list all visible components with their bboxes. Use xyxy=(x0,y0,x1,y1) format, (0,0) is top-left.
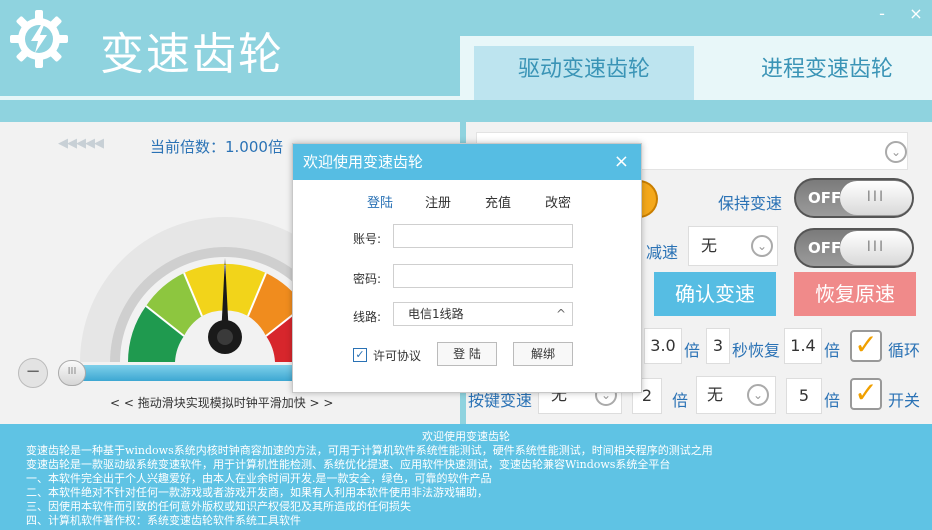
speed-slider-thumb[interactable]: III xyxy=(58,360,86,386)
info-line: 三、因使用本软件而引致的任何意外版权或知识产权侵犯及其所造成的任何损失 xyxy=(26,500,411,513)
header: 变速齿轮 - × 驱动变速齿轮 进程变速齿轮 xyxy=(0,0,932,100)
unbind-button[interactable]: 解绑 xyxy=(513,342,573,366)
multiplier-unit: 倍 xyxy=(824,341,841,360)
tab-driver-gear[interactable]: 驱动变速齿轮 xyxy=(474,46,694,100)
multiplier-unit: 倍 xyxy=(672,391,689,410)
route-select[interactable]: 电信1线路 ^ xyxy=(393,302,573,326)
speed-value-input[interactable]: 3.0 xyxy=(644,328,682,364)
hotkey-secondary-value: 无 xyxy=(707,385,724,404)
info-line: 变速齿轮是一种基于windows系统内核时钟商容加速的方法，可用于计算机软件系统… xyxy=(26,444,713,457)
route-value: 电信1线路 xyxy=(408,307,464,321)
info-heading: 欢迎使用变速齿轮 xyxy=(422,430,510,443)
info-line: 四、计算机软件著作权：系统变速齿轮软件系统工具软件 xyxy=(26,514,301,527)
toggle-off-text: OFF xyxy=(808,239,842,257)
switch-label: 开关 xyxy=(888,391,921,410)
account-label: 账号: xyxy=(353,232,382,246)
cycle-label: 循环 xyxy=(888,341,921,360)
minimize-button[interactable]: - xyxy=(872,4,892,24)
switch-speed-input[interactable]: 5 xyxy=(786,378,822,414)
confirm-speed-button[interactable]: 确认变速 xyxy=(654,272,776,316)
password-label: 密码: xyxy=(353,272,382,286)
divider xyxy=(0,96,460,100)
decrease-speed-button[interactable]: − xyxy=(18,358,48,388)
app-title: 变速齿轮 xyxy=(100,29,284,80)
multiplier-unit: 倍 xyxy=(824,391,841,410)
keep-speed-toggle[interactable]: OFF III xyxy=(794,178,914,218)
toggle-knob: III xyxy=(840,181,912,215)
chevron-down-icon: ⌄ xyxy=(751,235,773,257)
tab-recharge[interactable]: 充值 xyxy=(485,192,511,211)
slow-label: 减速 xyxy=(646,243,679,262)
tab-bar: 驱动变速齿轮 进程变速齿轮 xyxy=(460,36,932,100)
slow-select-value: 无 xyxy=(701,236,718,255)
restore-speed-button[interactable]: 恢复原速 xyxy=(794,272,916,316)
agree-label: 许可协议 xyxy=(373,349,422,363)
switch-checkbox[interactable]: ✓ xyxy=(850,378,882,410)
slow-toggle[interactable]: OFF III xyxy=(794,228,914,268)
info-panel: 欢迎使用变速齿轮 变速齿轮是一种基于windows系统内核时钟商容加速的方法，可… xyxy=(0,424,932,530)
cycle-checkbox[interactable]: ✓ xyxy=(850,330,882,362)
password-input[interactable] xyxy=(393,264,573,288)
dialog-title-bar: 欢迎使用变速齿轮 × xyxy=(293,144,641,180)
toggle-knob: III xyxy=(840,231,912,265)
login-button[interactable]: 登 陆 xyxy=(437,342,497,366)
keep-speed-label: 保持变速 xyxy=(718,194,783,213)
dialog-close-button[interactable]: × xyxy=(614,144,629,180)
restore-seconds-label: 秒恢复 xyxy=(732,341,781,360)
route-label: 线路: xyxy=(353,310,382,324)
multiplier-unit: 倍 xyxy=(684,341,701,360)
info-line: 一、本软件完全出于个人兴趣爱好，由本人在业余时间开发.是一款安全，绿色，可靠的软… xyxy=(26,472,492,485)
slow-select[interactable]: 无 ⌄ xyxy=(688,226,778,266)
info-line: 二、本软件绝对不针对任何一款游戏或者游戏开发商，如果有人利用本软件使用非法游戏辅… xyxy=(26,486,488,499)
tab-register[interactable]: 注册 xyxy=(425,192,451,211)
restore-seconds-input[interactable]: 3 xyxy=(706,328,730,364)
info-line: 变速齿轮是一款驱动级系统变速软件，用于计算机性能检测、系统优化提速、应用软件快速… xyxy=(26,458,671,471)
tab-login[interactable]: 登陆 xyxy=(367,192,393,211)
hotkey-secondary-select[interactable]: 无 ⌄ xyxy=(696,376,776,414)
close-button[interactable]: × xyxy=(906,4,926,24)
speed-slider-fill xyxy=(60,365,300,381)
dialog-title: 欢迎使用变速齿轮 xyxy=(303,153,424,171)
tab-process-gear[interactable]: 进程变速齿轮 xyxy=(710,46,932,100)
chevron-down-icon: ⌄ xyxy=(885,141,907,163)
arrows-decoration: ◀◀◀◀◀ xyxy=(58,136,104,151)
tab-change-password[interactable]: 改密 xyxy=(545,192,571,211)
current-rate-label: 当前倍数：1.000倍 xyxy=(150,138,283,156)
chevron-up-icon: ^ xyxy=(555,307,566,321)
slider-hint: < < 拖动滑块实现模拟时钟平滑加快 > > xyxy=(110,396,334,410)
chevron-down-icon: ⌄ xyxy=(747,384,769,406)
account-input[interactable] xyxy=(393,224,573,248)
speed-slider-track[interactable] xyxy=(60,365,300,381)
gear-logo-icon xyxy=(10,10,68,68)
login-dialog: 欢迎使用变速齿轮 × 登陆 注册 充值 改密 账号: 密码: 线路: 电信1线路… xyxy=(292,143,642,393)
agree-checkbox[interactable]: ✓ xyxy=(353,348,367,362)
toggle-off-text: OFF xyxy=(808,189,842,207)
cycle-speed-input[interactable]: 1.4 xyxy=(784,328,822,364)
